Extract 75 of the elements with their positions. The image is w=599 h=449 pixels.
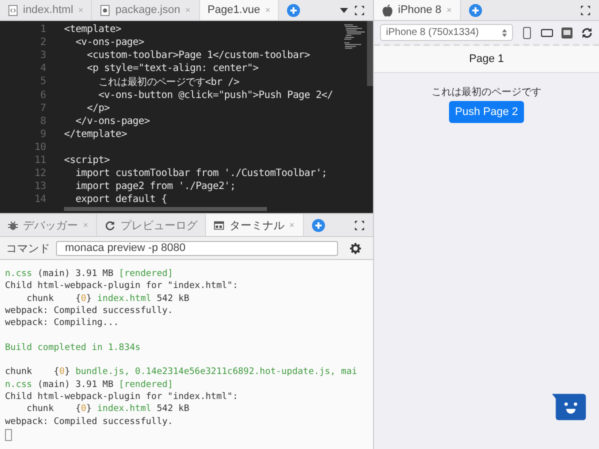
rotate-icon[interactable]: [581, 26, 593, 38]
terminal-line: n.css (main) 3.91 MB [rendered]: [5, 268, 173, 280]
code-line: <p style="text-align: center">: [86, 63, 258, 74]
close-icon[interactable]: ×: [446, 5, 452, 15]
terminal-line: chunk {0} bundle.js, 0.14e2314e56e3211c6892.hot-update.js, mai: [5, 366, 358, 379]
close-icon[interactable]: ×: [289, 220, 295, 230]
line-number: 1: [39, 24, 47, 36]
add-tab-icon[interactable]: [287, 4, 300, 16]
expand-icon[interactable]: [580, 4, 591, 16]
code-line: <custom-toolbar>Page 1</custom-toolbar>: [86, 50, 310, 62]
panel-tab[interactable]: ターミナル ×: [206, 214, 304, 236]
code-line: <template>: [64, 24, 122, 36]
page-text: これは最初のページです: [432, 86, 542, 99]
close-icon[interactable]: ×: [83, 220, 88, 230]
terminal-line: Child html-webpack-plugin for "index.html":: [5, 280, 238, 293]
line-number: 2: [39, 37, 47, 48]
caret-icon[interactable]: [340, 8, 348, 12]
code-line: </v-ons-page>: [74, 116, 150, 127]
editor-tab[interactable]: Page1.vue ×: [200, 0, 280, 20]
expand-icon[interactable]: [354, 220, 365, 230]
phone-icon[interactable]: [521, 26, 533, 38]
code-line: <script>: [64, 154, 110, 166]
line-number: 14: [34, 194, 47, 206]
terminal-line: chunk {0} index.html 542 kB: [26, 403, 190, 416]
terminal-line: webpack: Compiled successfully.: [5, 416, 173, 428]
sort-arrows-icon: [502, 28, 507, 36]
device-select[interactable]: iPhone 8 (750x1334): [380, 24, 513, 41]
line-number: 12: [34, 168, 47, 180]
refresh-icon: [105, 220, 116, 230]
code-line: import customToolbar from './CustomToolbar';: [74, 168, 328, 180]
line-number: 5: [39, 76, 47, 88]
terminal-line: webpack: Compiling...: [5, 317, 119, 330]
screen-icon[interactable]: [561, 26, 573, 38]
code-file-icon: [8, 4, 18, 16]
close-icon[interactable]: ×: [265, 5, 270, 15]
terminal-icon: [214, 220, 224, 230]
settings-icon[interactable]: [350, 242, 361, 254]
code-line: </p>: [86, 102, 110, 114]
device-tab[interactable]: iPhone 8 ×: [374, 0, 461, 20]
code-line: これは最初のページです<br />: [97, 76, 240, 89]
scrollbar-thumb[interactable]: [367, 21, 373, 86]
close-icon[interactable]: ×: [185, 5, 190, 15]
line-number: 6: [39, 90, 47, 101]
line-number: 8: [39, 116, 47, 127]
push-page-button[interactable]: Push Page 2: [449, 101, 524, 123]
line-number: 4: [39, 63, 47, 74]
command-label: コマンド: [6, 242, 50, 256]
gear-file-icon: [100, 4, 110, 16]
line-number: 11: [34, 154, 47, 166]
apple-icon: [382, 4, 393, 16]
close-icon[interactable]: ×: [78, 5, 84, 15]
terminal-line: Child html-webpack-plugin for "index.html":: [5, 390, 238, 404]
line-number: 3: [39, 50, 47, 62]
line-number: 7: [39, 102, 47, 114]
code-line: import page2 from './Page2';: [74, 181, 236, 192]
bug-icon: [8, 220, 18, 230]
add-tab-icon[interactable]: [312, 218, 325, 232]
tablet-icon[interactable]: [541, 26, 553, 38]
line-number: 10: [34, 142, 47, 153]
code-line: </template>: [64, 128, 127, 140]
terminal-line: webpack: Compiled successfully.: [5, 304, 173, 318]
expand-icon[interactable]: [354, 4, 365, 16]
terminal-line: Build completed in 1.834s: [5, 342, 140, 354]
toolbar-title: Page 1: [469, 53, 504, 65]
line-number: 9: [39, 128, 47, 140]
code-line: <v-ons-page>: [74, 37, 144, 48]
terminal-line: chunk {0} index.html 542 kB: [26, 292, 190, 305]
scrollbar-thumb[interactable]: [64, 207, 267, 212]
terminal-cursor: [5, 428, 12, 441]
code-line: <v-ons-button @click="push">Push Page 2</: [97, 90, 333, 101]
add-tab-icon[interactable]: [468, 4, 482, 16]
terminal-line: n.css (main) 3.91 MB [rendered]: [5, 378, 173, 391]
line-number: 13: [34, 181, 47, 192]
command-field[interactable]: monaca preview -p 8080: [56, 240, 338, 256]
code-line: export default {: [74, 194, 167, 206]
